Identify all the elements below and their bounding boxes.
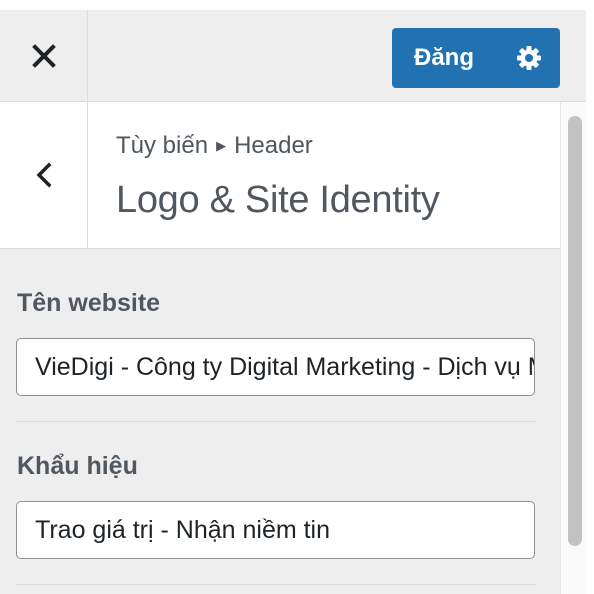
chevron-left-icon xyxy=(36,162,51,188)
customizer-panel: Đăng Tùy biến ▶ Header Logo & Site Identi xyxy=(0,10,586,594)
close-button[interactable] xyxy=(0,10,88,101)
scrollbar[interactable] xyxy=(560,102,586,594)
back-button[interactable] xyxy=(0,102,88,248)
section-header: Tùy biến ▶ Header Logo & Site Identity xyxy=(0,102,560,249)
publish-label: Đăng xyxy=(414,44,474,71)
scrollbar-thumb[interactable] xyxy=(568,116,582,546)
page-title: Logo & Site Identity xyxy=(116,179,440,221)
site-title-label: Tên website xyxy=(17,289,161,317)
tagline-input[interactable] xyxy=(16,501,535,559)
customizer-top-bar: Đăng xyxy=(0,10,586,102)
breadcrumb: Tùy biến ▶ Header xyxy=(116,132,313,160)
divider xyxy=(16,584,536,585)
gear-icon[interactable] xyxy=(516,45,542,71)
publish-button[interactable]: Đăng xyxy=(392,28,560,88)
breadcrumb-current: Header xyxy=(234,132,313,159)
tagline-label: Khẩu hiệu xyxy=(17,452,138,480)
close-icon xyxy=(31,43,56,68)
breadcrumb-parent: Tùy biến xyxy=(116,132,209,159)
site-title-input[interactable] xyxy=(16,338,535,396)
triangle-right-icon: ▶ xyxy=(216,138,227,153)
divider xyxy=(16,421,536,422)
